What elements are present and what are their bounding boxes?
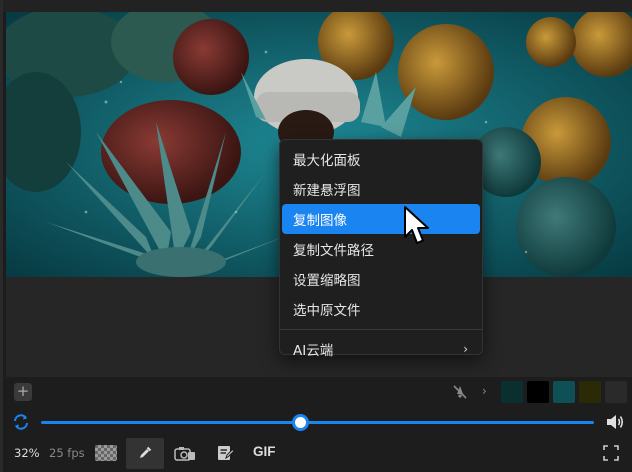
screenshot-camera-icon[interactable] [174, 445, 196, 461]
context-menu: 最大化面板 新建悬浮图 复制图像 复制文件路径 设置缩略图 选中原文件 AI云端… [279, 139, 483, 359]
menu-item-label: AI云端 [293, 343, 334, 359]
menu-item-label: 新建悬浮图 [293, 183, 361, 199]
app-window: 最大化面板 新建悬浮图 复制图像 复制文件路径 设置缩略图 选中原文件 AI云端… [0, 0, 632, 472]
top-bar [3, 0, 632, 12]
menu-item-label: 复制图像 [293, 213, 347, 229]
mouse-cursor-icon [404, 206, 429, 244]
zoom-level[interactable]: 32% [14, 446, 40, 460]
fps-readout: 25 fps [49, 446, 85, 460]
transparency-grid-icon[interactable] [95, 445, 117, 461]
menu-item-label: 复制文件路径 [293, 243, 374, 259]
swatch-toolbar: + › [6, 377, 632, 407]
menu-item-new-floating-image[interactable]: 新建悬浮图 [282, 174, 480, 204]
color-swatch-2[interactable] [527, 381, 549, 403]
fullscreen-icon[interactable] [603, 445, 619, 461]
loop-icon[interactable] [12, 413, 30, 431]
menu-item-ai-cloud[interactable]: AI云端 › [282, 334, 480, 364]
menu-separator [280, 329, 482, 330]
playback-bar [6, 407, 632, 437]
edit-note-icon[interactable] [217, 444, 235, 462]
menu-item-copy-file-path[interactable]: 复制文件路径 [282, 234, 480, 264]
color-swatch-3[interactable] [553, 381, 575, 403]
menu-item-label: 选中原文件 [293, 303, 361, 319]
chevron-right-icon[interactable]: › [482, 384, 487, 398]
color-swatch-1[interactable] [501, 381, 523, 403]
menu-item-maximize-panel[interactable]: 最大化面板 [282, 144, 480, 174]
color-swatch-5[interactable] [605, 381, 627, 403]
eyedropper-icon [140, 446, 152, 458]
color-swatch-4[interactable] [579, 381, 601, 403]
progress-slider-handle[interactable] [292, 414, 310, 431]
menu-item-select-original-file[interactable]: 选中原文件 [282, 294, 480, 324]
menu-item-set-thumbnail[interactable]: 设置缩略图 [282, 264, 480, 294]
progress-track[interactable] [41, 421, 594, 424]
menu-item-label: 最大化面板 [293, 153, 361, 169]
menu-item-label: 设置缩略图 [293, 273, 361, 289]
eye-off-icon[interactable] [452, 384, 468, 400]
chevron-right-icon: › [463, 342, 468, 356]
status-toolbar: 32% 25 fps GIF [6, 437, 632, 472]
gif-export-button[interactable]: GIF [253, 444, 276, 459]
volume-icon[interactable] [605, 413, 625, 431]
add-button[interactable]: + [14, 383, 32, 401]
color-picker-button[interactable] [126, 438, 164, 469]
menu-item-copy-image[interactable]: 复制图像 [282, 204, 480, 234]
